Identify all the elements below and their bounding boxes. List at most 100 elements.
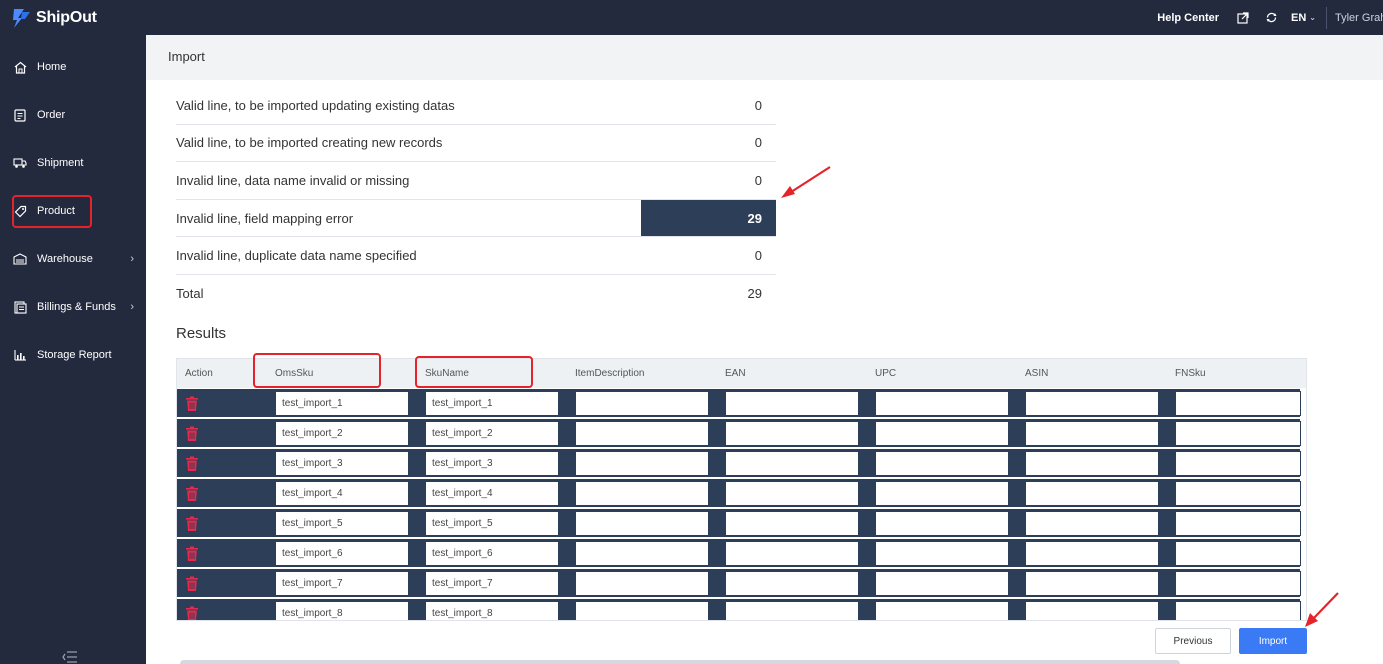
omssku-input[interactable]: test_import_2 (275, 421, 409, 446)
sidebar-item-home[interactable]: Home (0, 52, 146, 82)
skuname-input[interactable]: test_import_2 (425, 421, 559, 446)
summary-row-field-mapping-error[interactable]: Invalid line, field mapping error 29 (176, 199, 776, 238)
summary-label: Total (176, 286, 204, 302)
omssku-input[interactable]: test_import_6 (275, 541, 409, 566)
column-header-fnsku: FNSku (1175, 368, 1206, 379)
trash-icon[interactable] (185, 486, 199, 502)
language-label: EN (1291, 11, 1307, 24)
skuname-input[interactable]: test_import_1 (425, 391, 559, 416)
annotation-highlight-omssku (253, 353, 381, 388)
ean-input[interactable] (725, 451, 859, 476)
results-table[interactable]: Action OmsSku SkuName ItemDescription EA… (176, 358, 1307, 621)
ean-input[interactable] (725, 421, 859, 446)
previous-button[interactable]: Previous (1155, 628, 1231, 654)
fnsku-input[interactable] (1175, 391, 1301, 416)
skuname-input[interactable]: test_import_3 (425, 451, 559, 476)
sidebar-item-storage-report[interactable]: Storage Report (0, 340, 146, 370)
upc-input[interactable] (875, 391, 1009, 416)
itemdescription-input[interactable] (575, 601, 709, 620)
sidebar-item-billings-funds[interactable]: Billings & Funds › (0, 292, 146, 322)
itemdescription-input[interactable] (575, 451, 709, 476)
summary-row: Invalid line, data name invalid or missi… (176, 162, 776, 200)
language-selector[interactable]: EN ⌄ (1291, 12, 1316, 24)
ean-input[interactable] (725, 601, 859, 620)
ean-input[interactable] (725, 391, 859, 416)
omssku-input[interactable]: test_import_7 (275, 571, 409, 596)
fnsku-input[interactable] (1175, 571, 1301, 596)
ean-input[interactable] (725, 511, 859, 536)
itemdescription-input[interactable] (575, 481, 709, 506)
table-row: test_import_6 test_import_6 (177, 538, 1301, 568)
trash-icon[interactable] (185, 396, 199, 412)
summary-value-selected[interactable]: 29 (641, 199, 776, 237)
summary-row: Valid line, to be imported creating new … (176, 125, 776, 163)
itemdescription-input[interactable] (575, 541, 709, 566)
asin-input[interactable] (1025, 451, 1159, 476)
collapse-sidebar-icon[interactable] (62, 650, 78, 663)
asin-input[interactable] (1025, 511, 1159, 536)
page-header: Import (146, 35, 1383, 80)
omssku-input[interactable]: test_import_5 (275, 511, 409, 536)
summary-row: Invalid line, duplicate data name specif… (176, 237, 776, 275)
omssku-input[interactable]: test_import_8 (275, 601, 409, 620)
sidebar-item-warehouse[interactable]: Warehouse › (0, 244, 146, 274)
itemdescription-input[interactable] (575, 511, 709, 536)
ean-input[interactable] (725, 541, 859, 566)
external-link-icon[interactable] (1235, 10, 1251, 26)
fnsku-input[interactable] (1175, 541, 1301, 566)
fnsku-input[interactable] (1175, 451, 1301, 476)
brand[interactable]: ShipOut (10, 5, 97, 31)
upc-input[interactable] (875, 511, 1009, 536)
trash-icon[interactable] (185, 606, 199, 620)
brand-name: ShipOut (36, 9, 97, 26)
skuname-input[interactable]: test_import_5 (425, 511, 559, 536)
itemdescription-input[interactable] (575, 391, 709, 416)
omssku-input[interactable]: test_import_1 (275, 391, 409, 416)
upc-input[interactable] (875, 601, 1009, 620)
asin-input[interactable] (1025, 541, 1159, 566)
trash-icon[interactable] (185, 546, 199, 562)
trash-icon[interactable] (185, 426, 199, 442)
fnsku-input[interactable] (1175, 481, 1301, 506)
asin-input[interactable] (1025, 571, 1159, 596)
ean-input[interactable] (725, 481, 859, 506)
asin-input[interactable] (1025, 601, 1159, 620)
sidebar-item-label: Warehouse (37, 253, 93, 265)
fnsku-input[interactable] (1175, 601, 1301, 620)
user-name[interactable]: Tyler Graham (1335, 12, 1383, 24)
summary-value: 0 (754, 248, 762, 264)
omssku-input[interactable]: test_import_3 (275, 451, 409, 476)
upc-input[interactable] (875, 421, 1009, 446)
upc-input[interactable] (875, 451, 1009, 476)
itemdescription-input[interactable] (575, 571, 709, 596)
summary-value: 29 (747, 286, 762, 302)
upc-input[interactable] (875, 541, 1009, 566)
trash-icon[interactable] (185, 576, 199, 592)
refresh-icon[interactable] (1263, 10, 1279, 26)
upc-input[interactable] (875, 571, 1009, 596)
chevron-down-icon: ⌄ (1309, 13, 1316, 22)
skuname-input[interactable]: test_import_6 (425, 541, 559, 566)
top-bar: ShipOut Help Center EN ⌄ Tyler Graham (0, 0, 1383, 35)
fnsku-input[interactable] (1175, 511, 1301, 536)
upc-input[interactable] (875, 481, 1009, 506)
asin-input[interactable] (1025, 421, 1159, 446)
omssku-input[interactable]: test_import_4 (275, 481, 409, 506)
help-center-link[interactable]: Help Center (1157, 12, 1219, 24)
skuname-input[interactable]: test_import_8 (425, 601, 559, 620)
trash-icon[interactable] (185, 516, 199, 532)
import-button[interactable]: Import (1239, 628, 1307, 654)
trash-icon[interactable] (185, 456, 199, 472)
billing-icon (13, 300, 27, 314)
sidebar-item-order[interactable]: Order (0, 100, 146, 130)
asin-input[interactable] (1025, 481, 1159, 506)
page-title: Import (168, 49, 205, 64)
sidebar-item-shipment[interactable]: Shipment (0, 148, 146, 178)
top-right-controls: Help Center EN ⌄ Tyler Graham (1157, 0, 1383, 35)
asin-input[interactable] (1025, 391, 1159, 416)
itemdescription-input[interactable] (575, 421, 709, 446)
skuname-input[interactable]: test_import_7 (425, 571, 559, 596)
fnsku-input[interactable] (1175, 421, 1301, 446)
skuname-input[interactable]: test_import_4 (425, 481, 559, 506)
ean-input[interactable] (725, 571, 859, 596)
